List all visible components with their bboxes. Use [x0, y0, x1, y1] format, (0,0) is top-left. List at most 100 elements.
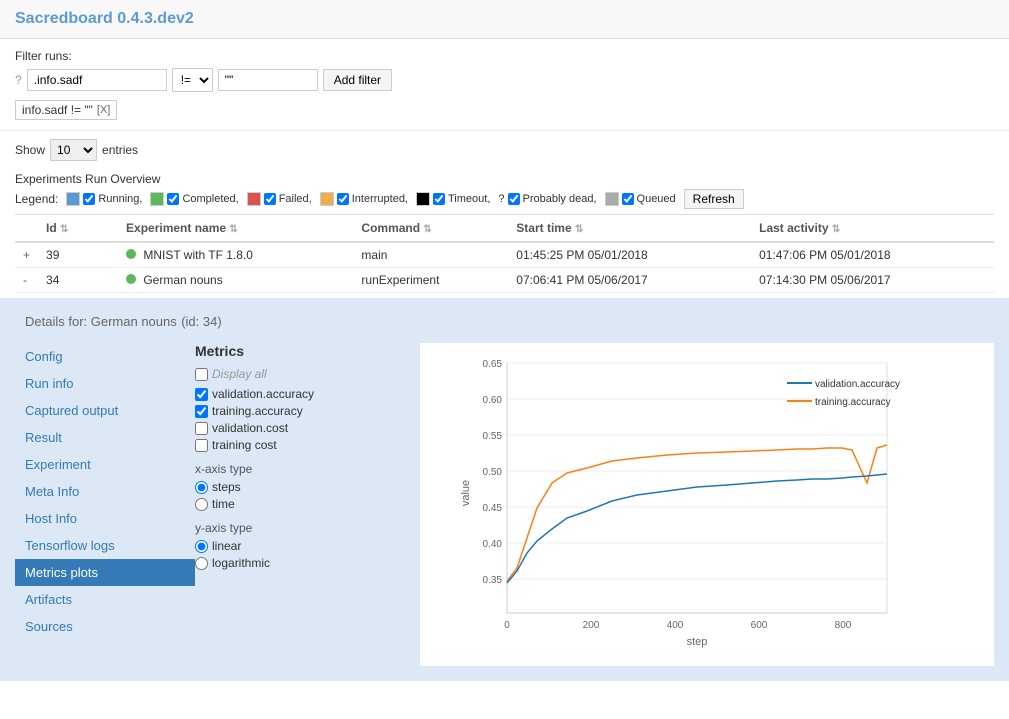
yaxis-label: y-axis type	[195, 521, 405, 535]
svg-text:0: 0	[504, 620, 510, 631]
nav-run-info[interactable]: Run info	[15, 370, 195, 397]
table-header-row: Id ⇅ Experiment name ⇅ Command ⇅ Start t…	[15, 215, 994, 243]
legend-row: Legend: Running, Completed, Failed, Inte…	[15, 189, 994, 209]
nav-result[interactable]: Result	[15, 424, 195, 451]
command-sort-icon: ⇅	[423, 224, 431, 235]
nav-experiment[interactable]: Experiment	[15, 451, 195, 478]
entries-select[interactable]: 10 25 50 100	[50, 139, 97, 161]
validation-cost-label: validation.cost	[212, 421, 288, 435]
metrics-panel: Metrics Display all validation.accuracy …	[195, 343, 405, 666]
nav-metrics-plots[interactable]: Metrics plots	[15, 559, 195, 586]
row-id-39: 39	[38, 242, 118, 268]
timeout-checkbox[interactable]	[433, 193, 445, 205]
row-expand-34[interactable]: -	[15, 268, 38, 293]
nav-artifacts[interactable]: Artifacts	[15, 586, 195, 613]
nav-host-info[interactable]: Host Info	[15, 505, 195, 532]
svg-text:0.60: 0.60	[483, 395, 503, 406]
col-command-header[interactable]: Command ⇅	[353, 215, 508, 243]
yaxis-log-label: logarithmic	[212, 556, 270, 570]
row-expand-39[interactable]: +	[15, 242, 38, 268]
filter-tag-text: info.sadf != ""	[22, 103, 93, 117]
start-sort-icon: ⇅	[575, 224, 583, 235]
running-checkbox[interactable]	[83, 193, 95, 205]
col-id-header[interactable]: Id ⇅	[38, 215, 118, 243]
legend-section: Experiments Run Overview Legend: Running…	[0, 169, 1009, 214]
row-id-34: 34	[38, 268, 118, 293]
xaxis-time-label: time	[212, 497, 235, 511]
interrupted-checkbox[interactable]	[337, 193, 349, 205]
nav-tensorflow-logs[interactable]: Tensorflow logs	[15, 532, 195, 559]
refresh-button[interactable]: Refresh	[684, 189, 744, 209]
nav-meta-info[interactable]: Meta Info	[15, 478, 195, 505]
filter-field-input[interactable]	[27, 69, 167, 91]
svg-text:value: value	[460, 480, 472, 506]
svg-text:validation.accuracy: validation.accuracy	[815, 379, 900, 390]
svg-text:0.55: 0.55	[483, 431, 503, 442]
yaxis-log-radio[interactable]	[195, 557, 208, 570]
svg-text:800: 800	[835, 620, 852, 631]
display-all-checkbox[interactable]	[195, 368, 208, 381]
yaxis-linear-radio[interactable]	[195, 540, 208, 553]
svg-text:step: step	[687, 636, 708, 648]
queued-color-box	[605, 192, 619, 206]
show-entries: Show 10 25 50 100 entries	[0, 131, 1009, 169]
nav-captured-output[interactable]: Captured output	[15, 397, 195, 424]
filter-operator-select[interactable]: != = < >	[172, 68, 213, 92]
validation-cost-checkbox[interactable]	[195, 422, 208, 435]
svg-text:0.45: 0.45	[483, 503, 503, 514]
svg-text:0.35: 0.35	[483, 575, 503, 586]
timeout-label: Timeout,	[448, 193, 490, 205]
failed-checkbox[interactable]	[264, 193, 276, 205]
completed-color-box	[150, 192, 164, 206]
xaxis-time-radio[interactable]	[195, 498, 208, 511]
completed-label: Completed,	[182, 193, 238, 205]
filter-question: ?	[15, 73, 22, 87]
metric-validation-accuracy: validation.accuracy	[195, 387, 405, 401]
probably-dead-checkbox[interactable]	[508, 193, 520, 205]
yaxis-linear-label: linear	[212, 539, 241, 553]
legend-completed: Completed,	[150, 192, 238, 206]
failed-color-box	[247, 192, 261, 206]
row-name-34[interactable]: German nouns	[118, 268, 353, 293]
validation-accuracy-checkbox[interactable]	[195, 388, 208, 401]
completed-checkbox[interactable]	[167, 193, 179, 205]
training-cost-checkbox[interactable]	[195, 439, 208, 452]
legend-label: Legend:	[15, 192, 58, 206]
status-dot-34	[126, 274, 136, 284]
queued-label: Queued	[637, 193, 676, 205]
training-accuracy-checkbox[interactable]	[195, 405, 208, 418]
timeout-color-box	[416, 192, 430, 206]
row-activity-34: 07:14:30 PM 05/06/2017	[751, 268, 994, 293]
legend-queued: Queued	[605, 192, 676, 206]
xaxis-section: x-axis type steps time	[195, 462, 405, 511]
validation-accuracy-label: validation.accuracy	[212, 387, 314, 401]
nav-config[interactable]: Config	[15, 343, 195, 370]
metric-validation-cost: validation.cost	[195, 421, 405, 435]
interrupted-color-box	[320, 192, 334, 206]
running-color-box	[66, 192, 80, 206]
experiments-overview-title: Experiments Run Overview	[15, 172, 994, 186]
svg-text:training.accuracy: training.accuracy	[815, 397, 891, 408]
add-filter-button[interactable]: Add filter	[323, 69, 392, 91]
display-all-label: Display all	[212, 367, 267, 381]
svg-text:600: 600	[751, 620, 768, 631]
xaxis-steps-radio[interactable]	[195, 481, 208, 494]
row-name-39[interactable]: MNIST with TF 1.8.0	[118, 242, 353, 268]
runs-table: Id ⇅ Experiment name ⇅ Command ⇅ Start t…	[15, 214, 994, 293]
nav-sources[interactable]: Sources	[15, 613, 195, 640]
queued-checkbox[interactable]	[622, 193, 634, 205]
svg-text:400: 400	[667, 620, 684, 631]
header: Sacredboard 0.4.3.dev2	[0, 0, 1009, 39]
col-activity-header[interactable]: Last activity ⇅	[751, 215, 994, 243]
col-name-header[interactable]: Experiment name ⇅	[118, 215, 353, 243]
metric-training-cost: training cost	[195, 438, 405, 452]
col-expand-header	[15, 215, 38, 243]
filter-remove-button[interactable]: [X]	[97, 104, 110, 116]
metrics-title: Metrics	[195, 343, 405, 359]
row-command-34: runExperiment	[353, 268, 508, 293]
xaxis-label: x-axis type	[195, 462, 405, 476]
filter-value-input[interactable]	[218, 69, 318, 91]
interrupted-label: Interrupted,	[352, 193, 408, 205]
details-content: Metrics Display all validation.accuracy …	[195, 343, 994, 666]
col-start-header[interactable]: Start time ⇅	[508, 215, 751, 243]
